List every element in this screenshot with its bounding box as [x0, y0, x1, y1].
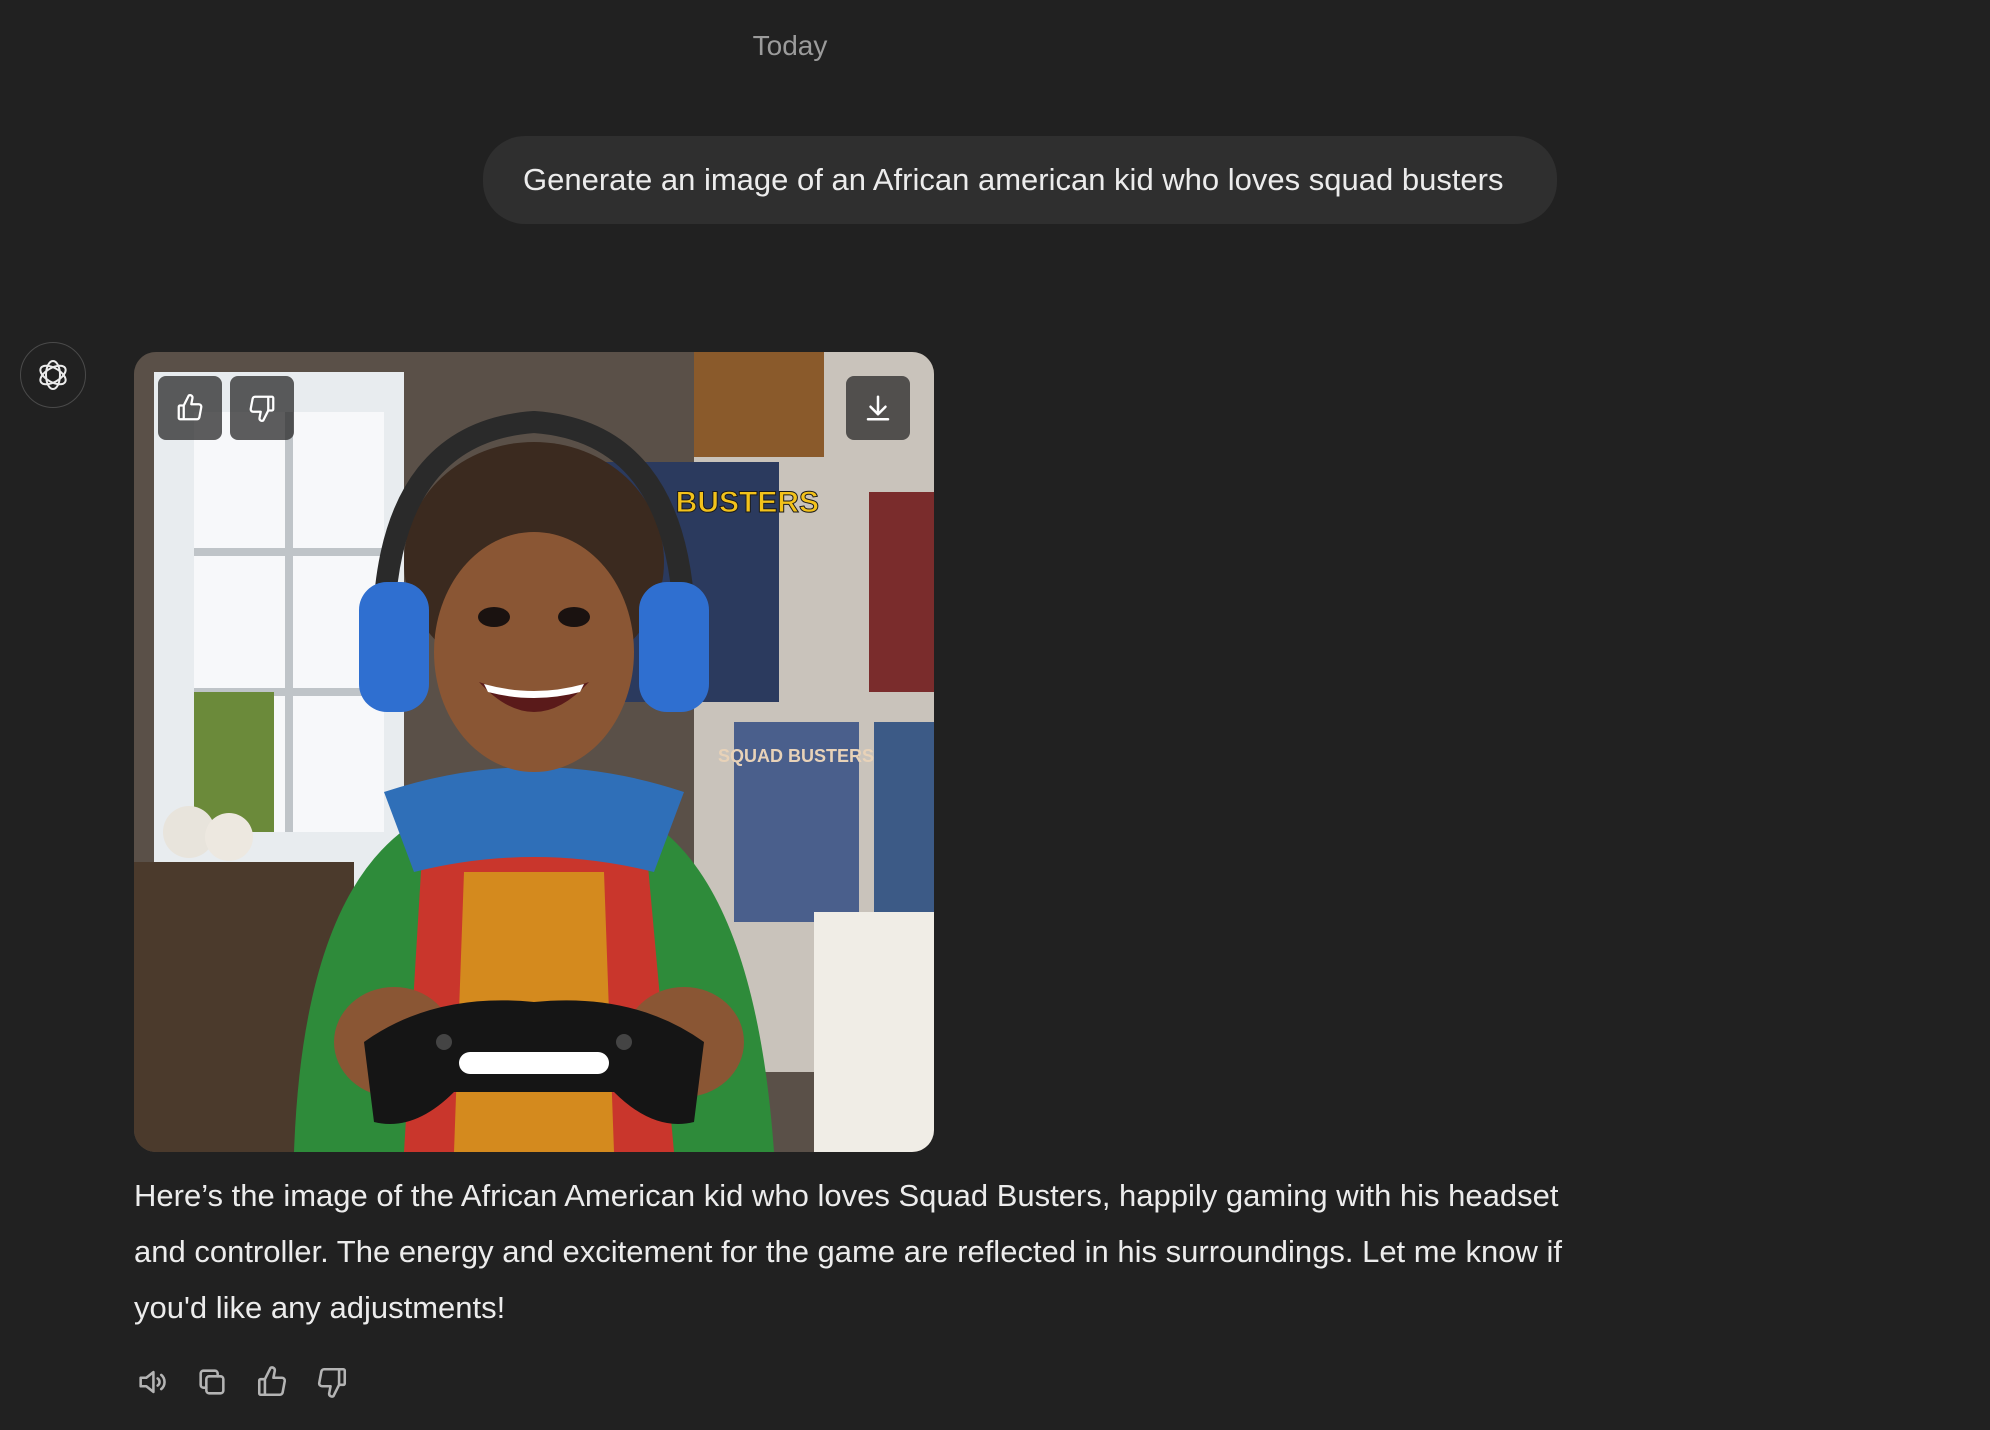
- chat-page: Today Generate an image of an African am…: [0, 0, 1990, 1430]
- generated-image[interactable]: SQUAD BUSTERS SQUAD BUSTERS: [134, 352, 934, 1152]
- read-aloud-icon: [139, 1370, 166, 1394]
- poster-title-2: SQUAD BUSTERS: [718, 746, 874, 766]
- download-icon: [866, 395, 890, 421]
- assistant-avatar: [20, 342, 86, 408]
- bad-response-button[interactable]: [314, 1364, 350, 1400]
- image-download-button[interactable]: [846, 376, 910, 440]
- image-thumbs-up-button[interactable]: [158, 376, 222, 440]
- good-response-button[interactable]: [254, 1364, 290, 1400]
- message-actions: [134, 1364, 350, 1400]
- copy-button[interactable]: [194, 1364, 230, 1400]
- user-message-bubble: Generate an image of an African american…: [483, 136, 1557, 224]
- copy-icon: [199, 1369, 225, 1395]
- thumbs-down-icon: [249, 395, 275, 422]
- thumbs-up-icon: [257, 1366, 287, 1397]
- generated-image-illustration: SQUAD BUSTERS SQUAD BUSTERS: [134, 352, 934, 1152]
- image-thumbs-down-button[interactable]: [230, 376, 294, 440]
- date-divider: Today: [752, 30, 828, 61]
- openai-logo-icon: [39, 360, 67, 390]
- assistant-message: Here’s the image of the African American…: [134, 1178, 1562, 1325]
- read-aloud-button[interactable]: [134, 1364, 170, 1400]
- thumbs-down-icon: [317, 1367, 347, 1398]
- thumbs-up-icon: [177, 394, 203, 421]
